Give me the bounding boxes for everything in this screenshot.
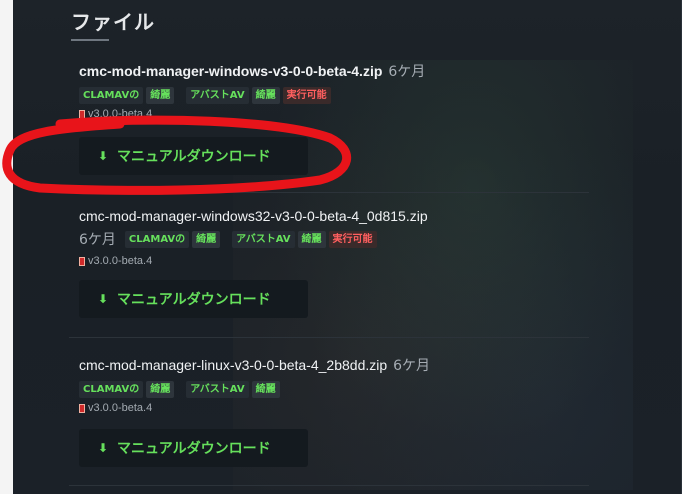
version-info: v3.0.0-beta.4 <box>79 255 599 267</box>
file-age: 6ケ月 <box>388 64 426 80</box>
divider <box>69 485 589 486</box>
manual-download-button[interactable]: ⬇ マニュアルダウンロード <box>79 429 308 467</box>
file-name[interactable]: cmc-mod-manager-windows32-v3-0-0-beta-4_… <box>79 208 428 224</box>
book-icon <box>79 403 85 413</box>
manual-download-button[interactable]: ⬇ マニュアルダウンロード <box>79 280 308 318</box>
version-label: v3.0.0-beta.4 <box>88 255 153 267</box>
scan-badges: 6ケ月 CLAMAVの 綺麗 アバストAV 綺麗 実行可能 <box>79 229 599 249</box>
arrow-down-icon: ⬇ <box>97 149 109 163</box>
clamav-label: CLAMAVの <box>79 381 144 398</box>
clamav-label: CLAMAVの <box>124 230 190 248</box>
avast-label: アバストAV <box>186 87 249 104</box>
avast-status: 綺麗 <box>251 87 280 104</box>
divider <box>69 192 589 193</box>
clamav-status: 綺麗 <box>146 381 175 398</box>
file-item: cmc-mod-manager-linux-v3-0-0-beta-4_2b8d… <box>79 355 599 414</box>
download-label: マニュアルダウンロード <box>117 292 271 308</box>
section-title: ファイル <box>71 10 155 34</box>
files-panel: ファイル cmc-mod-manager-windows-v3-0-0-beta… <box>13 0 682 494</box>
avast-status: 綺麗 <box>251 381 280 398</box>
manual-download-button[interactable]: ⬇ マニュアルダウンロード <box>79 137 308 175</box>
title-underline <box>71 39 109 41</box>
file-name[interactable]: cmc-mod-manager-linux-v3-0-0-beta-4_2b8d… <box>79 357 387 373</box>
clamav-status: 綺麗 <box>146 87 175 104</box>
version-label: v3.0.0-beta.4 <box>88 402 153 414</box>
executable-badge: 実行可能 <box>282 87 331 104</box>
arrow-down-icon: ⬇ <box>97 292 109 306</box>
download-label: マニュアルダウンロード <box>117 149 271 165</box>
version-info: v3.0.0-beta.4 <box>79 402 599 414</box>
avast-label: アバストAV <box>186 381 249 398</box>
file-name[interactable]: cmc-mod-manager-windows-v3-0-0-beta-4.zi… <box>79 63 382 79</box>
arrow-down-icon: ⬇ <box>97 441 109 455</box>
background-art <box>233 60 633 490</box>
download-label: マニュアルダウンロード <box>117 441 271 457</box>
avast-status: 綺麗 <box>297 230 326 248</box>
scan-badges: CLAMAVの 綺麗 アバストAV 綺麗 <box>79 381 599 398</box>
clamav-status: 綺麗 <box>192 230 221 248</box>
clamav-label: CLAMAVの <box>79 87 144 104</box>
version-label: v3.0.0-beta.4 <box>88 108 153 120</box>
file-item: cmc-mod-manager-windows32-v3-0-0-beta-4_… <box>79 208 599 267</box>
executable-badge: 実行可能 <box>328 230 377 248</box>
file-age: 6ケ月 <box>79 232 116 248</box>
book-icon <box>79 256 85 266</box>
version-info: v3.0.0-beta.4 <box>79 108 599 120</box>
divider <box>69 337 589 338</box>
book-icon <box>79 109 85 119</box>
left-margin <box>0 0 13 494</box>
file-age: 6ケ月 <box>393 358 431 374</box>
avast-label: アバストAV <box>232 230 295 248</box>
file-item: cmc-mod-manager-windows-v3-0-0-beta-4.zi… <box>79 61 599 120</box>
scan-badges: CLAMAVの 綺麗 アバストAV 綺麗 実行可能 <box>79 87 599 104</box>
